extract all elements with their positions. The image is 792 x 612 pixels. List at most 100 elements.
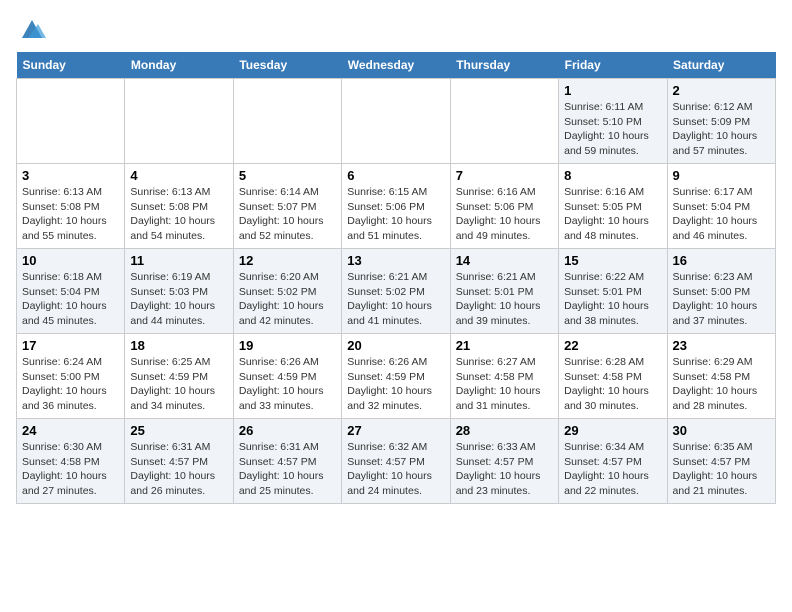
calendar-week-row: 3 Sunrise: 6:13 AMSunset: 5:08 PMDaylight… [17, 164, 776, 249]
day-info: Sunrise: 6:34 AMSunset: 4:57 PMDaylight:… [564, 440, 661, 499]
day-info: Sunrise: 6:26 AMSunset: 4:59 PMDaylight:… [347, 355, 444, 414]
calendar-cell: 21 Sunrise: 6:27 AMSunset: 4:58 PMDayligh… [450, 334, 558, 419]
calendar-cell: 23Sunrise: 6:29 AMSunset: 4:58 PMDayligh… [667, 334, 775, 419]
calendar-cell: 29 Sunrise: 6:34 AMSunset: 4:57 PMDayligh… [559, 419, 667, 504]
weekday-header: Tuesday [233, 52, 341, 79]
calendar-cell: 10 Sunrise: 6:18 AMSunset: 5:04 PMDayligh… [17, 249, 125, 334]
day-info: Sunrise: 6:11 AMSunset: 5:10 PMDaylight:… [564, 100, 661, 159]
day-info: Sunrise: 6:21 AMSunset: 5:01 PMDaylight:… [456, 270, 553, 329]
weekday-header: Sunday [17, 52, 125, 79]
day-number: 21 [456, 338, 553, 353]
day-number: 13 [347, 253, 444, 268]
day-number: 20 [347, 338, 444, 353]
calendar-week-row: 17 Sunrise: 6:24 AMSunset: 5:00 PMDayligh… [17, 334, 776, 419]
weekday-header: Wednesday [342, 52, 450, 79]
weekday-header: Friday [559, 52, 667, 79]
day-number: 26 [239, 423, 336, 438]
logo-icon [18, 16, 46, 40]
day-number: 17 [22, 338, 119, 353]
calendar-week-row: 24Sunrise: 6:30 AMSunset: 4:58 PMDayligh… [17, 419, 776, 504]
day-info: Sunrise: 6:19 AMSunset: 5:03 PMDaylight:… [130, 270, 227, 329]
day-number: 10 [22, 253, 119, 268]
calendar-cell: 7 Sunrise: 6:16 AMSunset: 5:06 PMDaylight… [450, 164, 558, 249]
calendar-cell: 26 Sunrise: 6:31 AMSunset: 4:57 PMDayligh… [233, 419, 341, 504]
weekday-header-row: SundayMondayTuesdayWednesdayThursdayFrid… [17, 52, 776, 79]
day-number: 1 [564, 83, 661, 98]
calendar-cell [17, 79, 125, 164]
day-number: 9 [673, 168, 770, 183]
calendar-table: SundayMondayTuesdayWednesdayThursdayFrid… [16, 52, 776, 504]
day-number: 14 [456, 253, 553, 268]
day-number: 4 [130, 168, 227, 183]
calendar-cell: 2 Sunrise: 6:12 AMSunset: 5:09 PMDaylight… [667, 79, 775, 164]
day-info: Sunrise: 6:31 AMSunset: 4:57 PMDaylight:… [239, 440, 336, 499]
calendar-cell: 8 Sunrise: 6:16 AMSunset: 5:05 PMDaylight… [559, 164, 667, 249]
calendar-cell: 22 Sunrise: 6:28 AMSunset: 4:58 PMDayligh… [559, 334, 667, 419]
day-number: 19 [239, 338, 336, 353]
day-info: Sunrise: 6:35 AMSunset: 4:57 PMDaylight:… [673, 440, 770, 499]
day-info: Sunrise: 6:13 AMSunset: 5:08 PMDaylight:… [22, 185, 119, 244]
calendar-cell: 9Sunrise: 6:17 AMSunset: 5:04 PMDaylight… [667, 164, 775, 249]
day-info: Sunrise: 6:16 AMSunset: 5:05 PMDaylight:… [564, 185, 661, 244]
calendar-cell: 18 Sunrise: 6:25 AMSunset: 4:59 PMDayligh… [125, 334, 233, 419]
day-number: 3 [22, 168, 119, 183]
day-info: Sunrise: 6:22 AMSunset: 5:01 PMDaylight:… [564, 270, 661, 329]
calendar-cell: 11 Sunrise: 6:19 AMSunset: 5:03 PMDayligh… [125, 249, 233, 334]
calendar-cell: 27Sunrise: 6:32 AMSunset: 4:57 PMDayligh… [342, 419, 450, 504]
calendar-cell: 6 Sunrise: 6:15 AMSunset: 5:06 PMDaylight… [342, 164, 450, 249]
calendar-cell: 13 Sunrise: 6:21 AMSunset: 5:02 PMDayligh… [342, 249, 450, 334]
logo [16, 16, 46, 40]
calendar-cell: 17 Sunrise: 6:24 AMSunset: 5:00 PMDayligh… [17, 334, 125, 419]
day-info: Sunrise: 6:18 AMSunset: 5:04 PMDaylight:… [22, 270, 119, 329]
weekday-header: Monday [125, 52, 233, 79]
calendar-cell: 24Sunrise: 6:30 AMSunset: 4:58 PMDayligh… [17, 419, 125, 504]
day-number: 18 [130, 338, 227, 353]
day-number: 7 [456, 168, 553, 183]
calendar-cell: 14 Sunrise: 6:21 AMSunset: 5:01 PMDayligh… [450, 249, 558, 334]
day-info: Sunrise: 6:28 AMSunset: 4:58 PMDaylight:… [564, 355, 661, 414]
day-number: 5 [239, 168, 336, 183]
day-number: 8 [564, 168, 661, 183]
weekday-header: Saturday [667, 52, 775, 79]
calendar-cell: 28Sunrise: 6:33 AMSunset: 4:57 PMDayligh… [450, 419, 558, 504]
calendar-cell: 25 Sunrise: 6:31 AMSunset: 4:57 PMDayligh… [125, 419, 233, 504]
page-header [16, 16, 776, 40]
day-number: 12 [239, 253, 336, 268]
day-number: 27 [347, 423, 444, 438]
calendar-cell [342, 79, 450, 164]
day-info: Sunrise: 6:15 AMSunset: 5:06 PMDaylight:… [347, 185, 444, 244]
day-number: 6 [347, 168, 444, 183]
day-info: Sunrise: 6:20 AMSunset: 5:02 PMDaylight:… [239, 270, 336, 329]
day-info: Sunrise: 6:23 AMSunset: 5:00 PMDaylight:… [673, 270, 770, 329]
calendar-cell: 4Sunrise: 6:13 AMSunset: 5:08 PMDaylight… [125, 164, 233, 249]
calendar-cell: 5 Sunrise: 6:14 AMSunset: 5:07 PMDaylight… [233, 164, 341, 249]
calendar-cell [450, 79, 558, 164]
calendar-cell: 20 Sunrise: 6:26 AMSunset: 4:59 PMDayligh… [342, 334, 450, 419]
day-number: 22 [564, 338, 661, 353]
calendar-cell [125, 79, 233, 164]
day-info: Sunrise: 6:24 AMSunset: 5:00 PMDaylight:… [22, 355, 119, 414]
day-info: Sunrise: 6:12 AMSunset: 5:09 PMDaylight:… [673, 100, 770, 159]
day-info: Sunrise: 6:31 AMSunset: 4:57 PMDaylight:… [130, 440, 227, 499]
calendar-cell: 12 Sunrise: 6:20 AMSunset: 5:02 PMDayligh… [233, 249, 341, 334]
calendar-cell [233, 79, 341, 164]
day-number: 23 [673, 338, 770, 353]
calendar-cell: 19Sunrise: 6:26 AMSunset: 4:59 PMDayligh… [233, 334, 341, 419]
calendar-cell: 1 Sunrise: 6:11 AMSunset: 5:10 PMDaylight… [559, 79, 667, 164]
day-info: Sunrise: 6:16 AMSunset: 5:06 PMDaylight:… [456, 185, 553, 244]
day-number: 28 [456, 423, 553, 438]
day-number: 29 [564, 423, 661, 438]
day-number: 16 [673, 253, 770, 268]
calendar-week-row: 10 Sunrise: 6:18 AMSunset: 5:04 PMDayligh… [17, 249, 776, 334]
day-number: 2 [673, 83, 770, 98]
day-number: 15 [564, 253, 661, 268]
calendar-cell: 3 Sunrise: 6:13 AMSunset: 5:08 PMDaylight… [17, 164, 125, 249]
day-info: Sunrise: 6:25 AMSunset: 4:59 PMDaylight:… [130, 355, 227, 414]
calendar-cell: 15 Sunrise: 6:22 AMSunset: 5:01 PMDayligh… [559, 249, 667, 334]
day-info: Sunrise: 6:21 AMSunset: 5:02 PMDaylight:… [347, 270, 444, 329]
day-number: 11 [130, 253, 227, 268]
calendar-cell: 16 Sunrise: 6:23 AMSunset: 5:00 PMDayligh… [667, 249, 775, 334]
day-info: Sunrise: 6:14 AMSunset: 5:07 PMDaylight:… [239, 185, 336, 244]
day-info: Sunrise: 6:27 AMSunset: 4:58 PMDaylight:… [456, 355, 553, 414]
day-number: 25 [130, 423, 227, 438]
